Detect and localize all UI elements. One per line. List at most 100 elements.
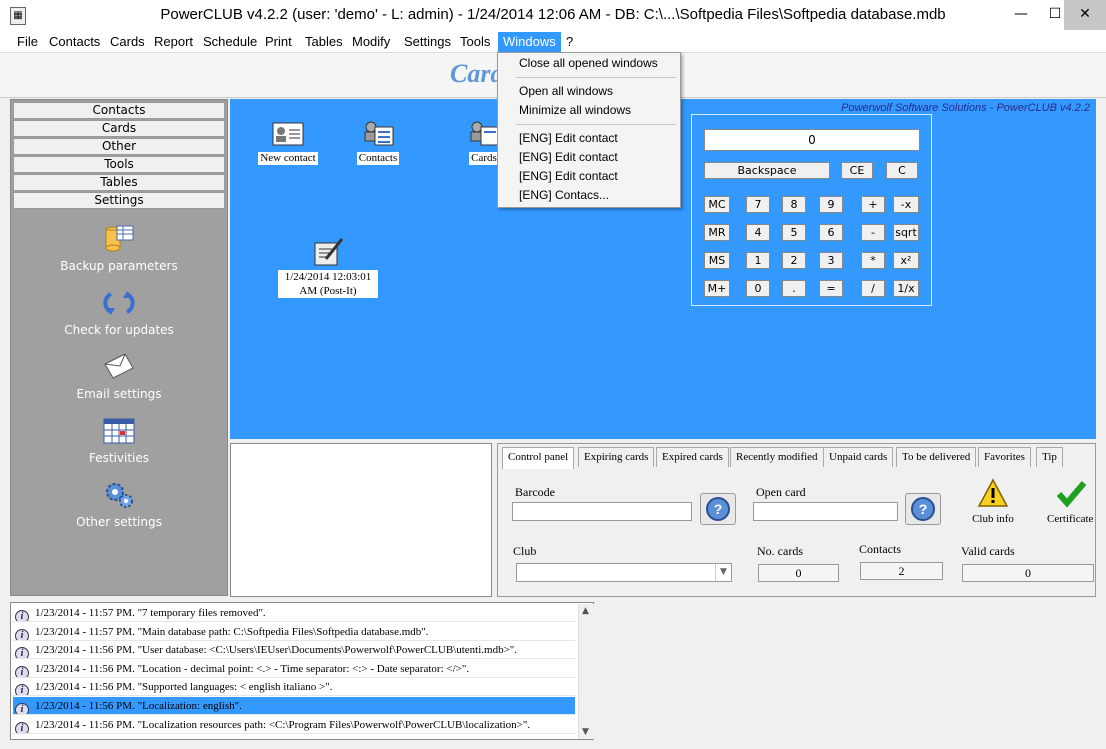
sidebar-tab-other[interactable]: Other [13,138,225,155]
scroll-down-icon[interactable]: ▼ [582,727,589,737]
desktop-icon-label: Contacts [356,152,400,165]
calc-plus-button[interactable]: + [861,196,885,213]
calc-8-button[interactable]: 8 [782,196,806,213]
sidebar-tab-cards[interactable]: Cards [13,120,225,137]
menu-window-edit-contact-3[interactable]: [ENG] Edit contact [519,169,618,183]
id-card-icon [272,122,304,146]
tab-to-be-delivered[interactable]: To be delivered [896,447,977,467]
menu-window-edit-contact-2[interactable]: [ENG] Edit contact [519,150,618,164]
log-row[interactable]: i 1/23/2014 - 11:56 PM. "Localization res… [13,716,575,734]
certificate-label: Certificate [1047,513,1094,525]
open-card-lookup-button[interactable]: ? [905,493,941,525]
calc-reciprocal-button[interactable]: 1/x [893,280,919,297]
calc-3-button[interactable]: 3 [819,252,843,269]
calc-equals-button[interactable]: = [819,280,843,297]
note-panel[interactable] [230,443,492,597]
calc-4-button[interactable]: 4 [746,224,770,241]
club-label: Club [513,544,537,558]
calc-2-button[interactable]: 2 [782,252,806,269]
sidebar-item-updates[interactable]: Check for updates [11,288,227,337]
log-row-text: 1/23/2014 - 11:56 PM. "Localization reso… [35,718,531,731]
log-row-text: 1/23/2014 - 11:56 PM. "User database: <C… [35,644,518,657]
sidebar-tab-tools[interactable]: Tools [13,156,225,173]
calc-9-button[interactable]: 9 [819,196,843,213]
tab-tip[interactable]: Tip [1036,447,1063,467]
tab-control-panel[interactable]: Control panel [502,447,575,469]
log-row[interactable]: i 1/23/2014 - 11:56 PM. "User database: <… [13,641,575,660]
log-row[interactable]: i 1/23/2014 - 11:56 PM. "Location - decim… [13,660,575,678]
calc-ms-button[interactable]: MS [704,252,730,269]
club-info-button[interactable]: Club info [968,478,1018,525]
certificate-button[interactable]: Certificate [1043,478,1097,525]
menu-windows[interactable]: Windows [498,32,561,52]
menu-settings[interactable]: Settings [404,34,451,49]
desktop-icon-contacts[interactable]: Contacts [350,119,406,165]
menu-contacts[interactable]: Contacts [49,34,100,49]
calculator-window: 0 Backspace CE C MC 7 8 9 + -x MR 4 5 6 … [691,114,932,306]
envelope-icon [104,353,134,379]
scroll-up-icon[interactable]: ▲ [582,606,589,616]
minimize-button[interactable]: — [1004,0,1038,30]
sidebar-tab-contacts[interactable]: Contacts [13,102,225,119]
barcode-lookup-button[interactable]: ? [700,493,736,525]
menu-minimize-all-windows[interactable]: Minimize all windows [519,103,631,117]
menu-modify[interactable]: Modify [352,34,390,49]
calc-ce-button[interactable]: CE [841,162,873,179]
tab-favorites[interactable]: Favorites [978,447,1031,467]
menu-report[interactable]: Report [154,34,193,49]
menu-window-edit-contact-1[interactable]: [ENG] Edit contact [519,131,618,145]
log-scrollbar[interactable]: ▲ ▼ [578,604,594,739]
calc-multiply-button[interactable]: * [861,252,885,269]
calc-backspace-button[interactable]: Backspace [704,162,830,179]
club-select[interactable]: ▼ [516,563,732,582]
calc-7-button[interactable]: 7 [746,196,770,213]
sidebar-item-other-settings[interactable]: Other settings [11,480,227,529]
calc-mc-button[interactable]: MC [704,196,730,213]
calc-6-button[interactable]: 6 [819,224,843,241]
menu-window-contacts[interactable]: [ENG] Contacs... [519,188,609,202]
log-row[interactable]: i 1/23/2014 - 11:57 PM. "7 temporary file… [13,604,575,622]
calc-decimal-button[interactable]: . [782,280,806,297]
menu-file[interactable]: File [17,34,38,49]
barcode-input[interactable] [512,502,692,521]
tab-recently-modified[interactable]: Recently modified [730,447,824,467]
sidebar-tab-settings[interactable]: Settings [13,192,225,209]
menu-cards[interactable]: Cards [110,34,145,49]
calc-sqrt-button[interactable]: sqrt [893,224,919,241]
calc-negate-button[interactable]: -x [893,196,919,213]
menu-close-all-windows[interactable]: Close all opened windows [519,56,658,70]
sidebar-item-festivities[interactable]: Festivities [11,416,227,465]
menu-help[interactable]: ? [566,34,573,49]
calc-1-button[interactable]: 1 [746,252,770,269]
calc-c-button[interactable]: C [886,162,918,179]
calc-5-button[interactable]: 5 [782,224,806,241]
menu-tables[interactable]: Tables [305,34,343,49]
tab-expiring-cards[interactable]: Expiring cards [578,447,655,467]
chevron-down-icon[interactable]: ▼ [715,564,731,581]
calc-divide-button[interactable]: / [861,280,885,297]
log-row-text: 1/23/2014 - 11:56 PM. "Localization: eng… [35,700,242,712]
calc-square-button[interactable]: x² [893,252,919,269]
menu-schedule[interactable]: Schedule [203,34,257,49]
log-row[interactable]: i 1/23/2014 - 11:56 PM. "Localization: en… [13,697,575,715]
menu-open-all-windows[interactable]: Open all windows [519,84,613,98]
desktop-icon-post-it[interactable]: 1/24/2014 12:03:01 AM (Post-It) [278,237,378,298]
log-row[interactable]: i 1/23/2014 - 11:57 PM. "Main database pa… [13,623,575,641]
log-panel: i 1/23/2014 - 11:57 PM. "7 temporary file… [10,602,594,740]
desktop-icon-new-contact[interactable]: New contact [254,121,322,165]
open-card-input[interactable] [753,502,898,521]
control-panel: Control panel Expiring cards Expired car… [497,443,1096,597]
calc-mplus-button[interactable]: M+ [704,280,730,297]
tab-expired-cards[interactable]: Expired cards [656,447,729,467]
tab-unpaid-cards[interactable]: Unpaid cards [823,447,894,467]
log-row[interactable]: i 1/23/2014 - 11:56 PM. "Supported langua… [13,678,575,697]
sidebar-item-email[interactable]: Email settings [11,352,227,401]
close-button[interactable]: ✕ [1064,0,1106,30]
menu-print[interactable]: Print [265,34,292,49]
calc-minus-button[interactable]: - [861,224,885,241]
sidebar-tab-tables[interactable]: Tables [13,174,225,191]
sidebar-item-backup[interactable]: Backup parameters [11,224,227,273]
calc-0-button[interactable]: 0 [746,280,770,297]
menu-tools[interactable]: Tools [460,34,490,49]
calc-mr-button[interactable]: MR [704,224,730,241]
